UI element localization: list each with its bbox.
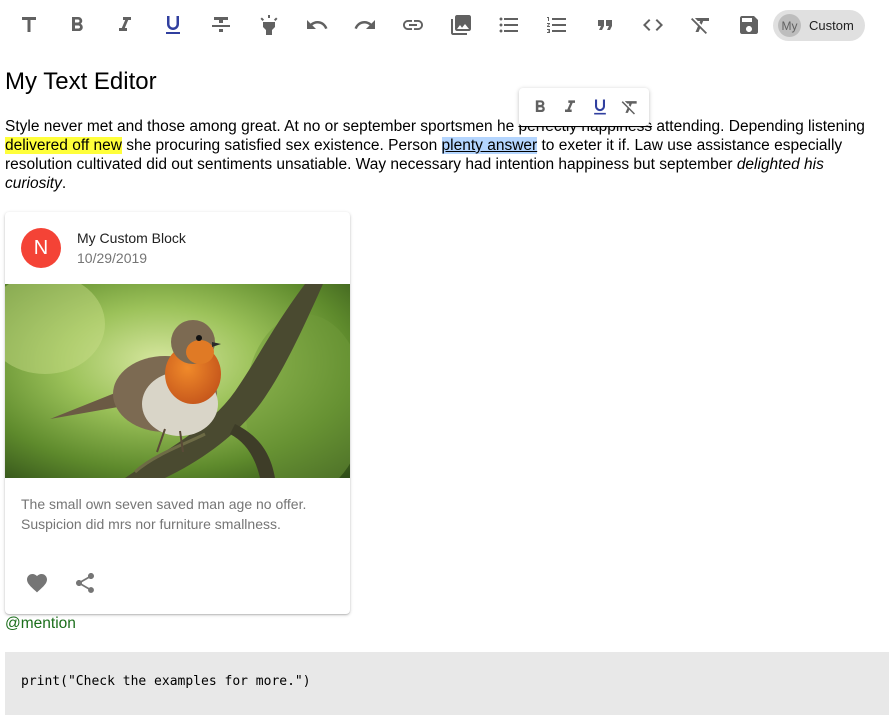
italic-icon (565, 100, 575, 112)
favorite-button[interactable] (21, 567, 53, 599)
save-icon (740, 16, 758, 34)
selected-text: plenty answer (441, 137, 538, 154)
bold-button[interactable] (59, 7, 95, 43)
paragraph-text: . (61, 175, 67, 192)
editor-paragraph[interactable]: Style never met and those among great. A… (5, 117, 885, 193)
strikethrough-icon (212, 17, 230, 32)
code-block[interactable]: print("Check the examples for more.") (5, 652, 889, 715)
editor-title: My Text Editor (5, 68, 157, 95)
bulleted-list-icon (499, 17, 518, 33)
code-button[interactable] (635, 7, 671, 43)
bold-icon (535, 100, 545, 112)
chip-label: Custom (809, 18, 854, 33)
link-icon (403, 20, 423, 30)
custom-chip-button[interactable]: My Custom (773, 10, 865, 41)
paragraph-text: Style never met and those among great. A… (5, 118, 519, 135)
mention-link[interactable]: @mention (5, 615, 76, 633)
redo-icon (354, 20, 375, 29)
image-button[interactable] (443, 7, 479, 43)
inline-bold-button[interactable] (525, 92, 555, 122)
custom-block-card: N My Custom Block 10/29/2019 The small o… (5, 212, 350, 614)
bulleted-list-button[interactable] (491, 7, 527, 43)
quote-button[interactable] (587, 7, 623, 43)
highlighted-text: delivered off new (5, 137, 122, 154)
paragraph-text: attending. Depending listening (652, 118, 865, 135)
redo-button[interactable] (347, 7, 383, 43)
underline-icon (594, 99, 606, 115)
card-title: My Custom Block (77, 230, 186, 246)
card-description: The small own seven saved man age no off… (21, 496, 307, 532)
italic-icon (119, 17, 131, 31)
quote-icon (598, 20, 612, 30)
clear-format-icon (691, 18, 709, 34)
share-button[interactable] (69, 567, 101, 599)
paragraph-text: she procuring satisfied sex existence. P… (121, 137, 442, 154)
underline-button[interactable] (155, 7, 191, 43)
link-button[interactable] (395, 7, 431, 43)
code-text: print("Check the examples for more.") (21, 674, 311, 689)
share-icon (76, 573, 94, 593)
inline-toolbar (519, 88, 649, 126)
clear-format-icon (621, 101, 637, 115)
inline-clear-format-button[interactable] (615, 92, 645, 122)
heart-icon (27, 574, 47, 593)
numbered-list-icon (547, 17, 566, 33)
card-date: 10/29/2019 (77, 250, 148, 266)
italic-button[interactable] (107, 7, 143, 43)
avatar: N (21, 228, 61, 268)
highlight-icon (260, 15, 278, 35)
code-icon (643, 19, 663, 31)
undo-icon (307, 20, 328, 29)
chip-avatar: My (778, 14, 801, 37)
inline-underline-button[interactable] (585, 92, 615, 122)
undo-button[interactable] (299, 7, 335, 43)
save-button[interactable] (731, 7, 767, 43)
title-button[interactable] (11, 7, 47, 43)
inline-italic-button[interactable] (555, 92, 585, 122)
numbered-list-button[interactable] (539, 7, 575, 43)
image-icon (451, 15, 471, 35)
bold-icon (72, 17, 83, 31)
editor-toolbar: My Custom (0, 0, 895, 50)
robin-bird-image (5, 284, 350, 478)
strikethrough-button[interactable] (203, 7, 239, 43)
highlight-button[interactable] (251, 7, 287, 43)
underline-icon (166, 16, 180, 34)
clear-format-button[interactable] (683, 7, 719, 43)
title-icon (22, 17, 36, 32)
